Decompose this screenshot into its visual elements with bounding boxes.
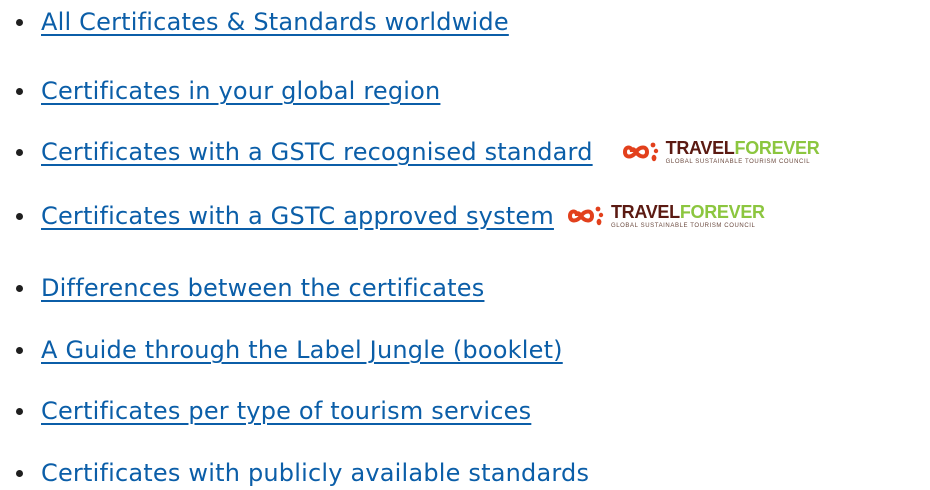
logo-subtitle: GLOBAL SUSTAINABLE TOURISM COUNCIL <box>665 159 811 165</box>
list-item: Certificates with publicly available sta… <box>16 456 589 490</box>
list-item: Differences between the certificates <box>16 271 484 305</box>
link-type-of-services[interactable]: Certificates per type of tourism service… <box>41 397 531 425</box>
list-item: Certificates with a GSTC approved system… <box>16 199 765 233</box>
bullet-icon <box>16 148 23 156</box>
logo-brand-forever: FOREVER <box>734 138 820 158</box>
certificate-links-list: All Certificates & Standards worldwide C… <box>0 0 930 487</box>
list-item: Certificates with a GSTC recognised stan… <box>16 135 820 169</box>
bullet-icon <box>16 87 23 95</box>
link-global-region[interactable]: Certificates in your global region <box>41 77 440 105</box>
gstc-travel-forever-logo: TRAVELFOREVER GLOBAL SUSTAINABLE TOURISM… <box>622 138 820 165</box>
logo-subtitle: GLOBAL SUSTAINABLE TOURISM COUNCIL <box>610 223 756 229</box>
list-item: A Guide through the Label Jungle (bookle… <box>16 333 563 367</box>
logo-brand-travel: TRAVEL <box>665 138 735 158</box>
logo-brand-forever: FOREVER <box>679 202 765 222</box>
bullet-icon <box>16 18 23 26</box>
link-label-jungle-guide[interactable]: A Guide through the Label Jungle (bookle… <box>41 336 563 364</box>
link-publicly-available[interactable]: Certificates with publicly available sta… <box>41 459 589 487</box>
logo-brand-travel: TRAVEL <box>610 202 680 222</box>
gstc-infinity-footprint-icon <box>622 142 658 162</box>
bullet-icon <box>16 284 23 292</box>
bullet-icon <box>16 346 23 354</box>
list-item: Certificates in your global region <box>16 74 440 108</box>
link-gstc-recognised[interactable]: Certificates with a GSTC recognised stan… <box>41 138 593 166</box>
link-gstc-approved[interactable]: Certificates with a GSTC approved system <box>41 202 554 230</box>
list-item: Certificates per type of tourism service… <box>16 394 531 428</box>
link-differences[interactable]: Differences between the certificates <box>41 274 484 302</box>
bullet-icon <box>16 407 23 415</box>
list-item: All Certificates & Standards worldwide <box>16 5 509 39</box>
bullet-icon <box>16 212 23 220</box>
gstc-travel-forever-logo: TRAVELFOREVER GLOBAL SUSTAINABLE TOURISM… <box>567 202 765 229</box>
link-all-certificates[interactable]: All Certificates & Standards worldwide <box>41 8 509 36</box>
bullet-icon <box>16 469 23 477</box>
gstc-infinity-footprint-icon <box>567 206 604 226</box>
